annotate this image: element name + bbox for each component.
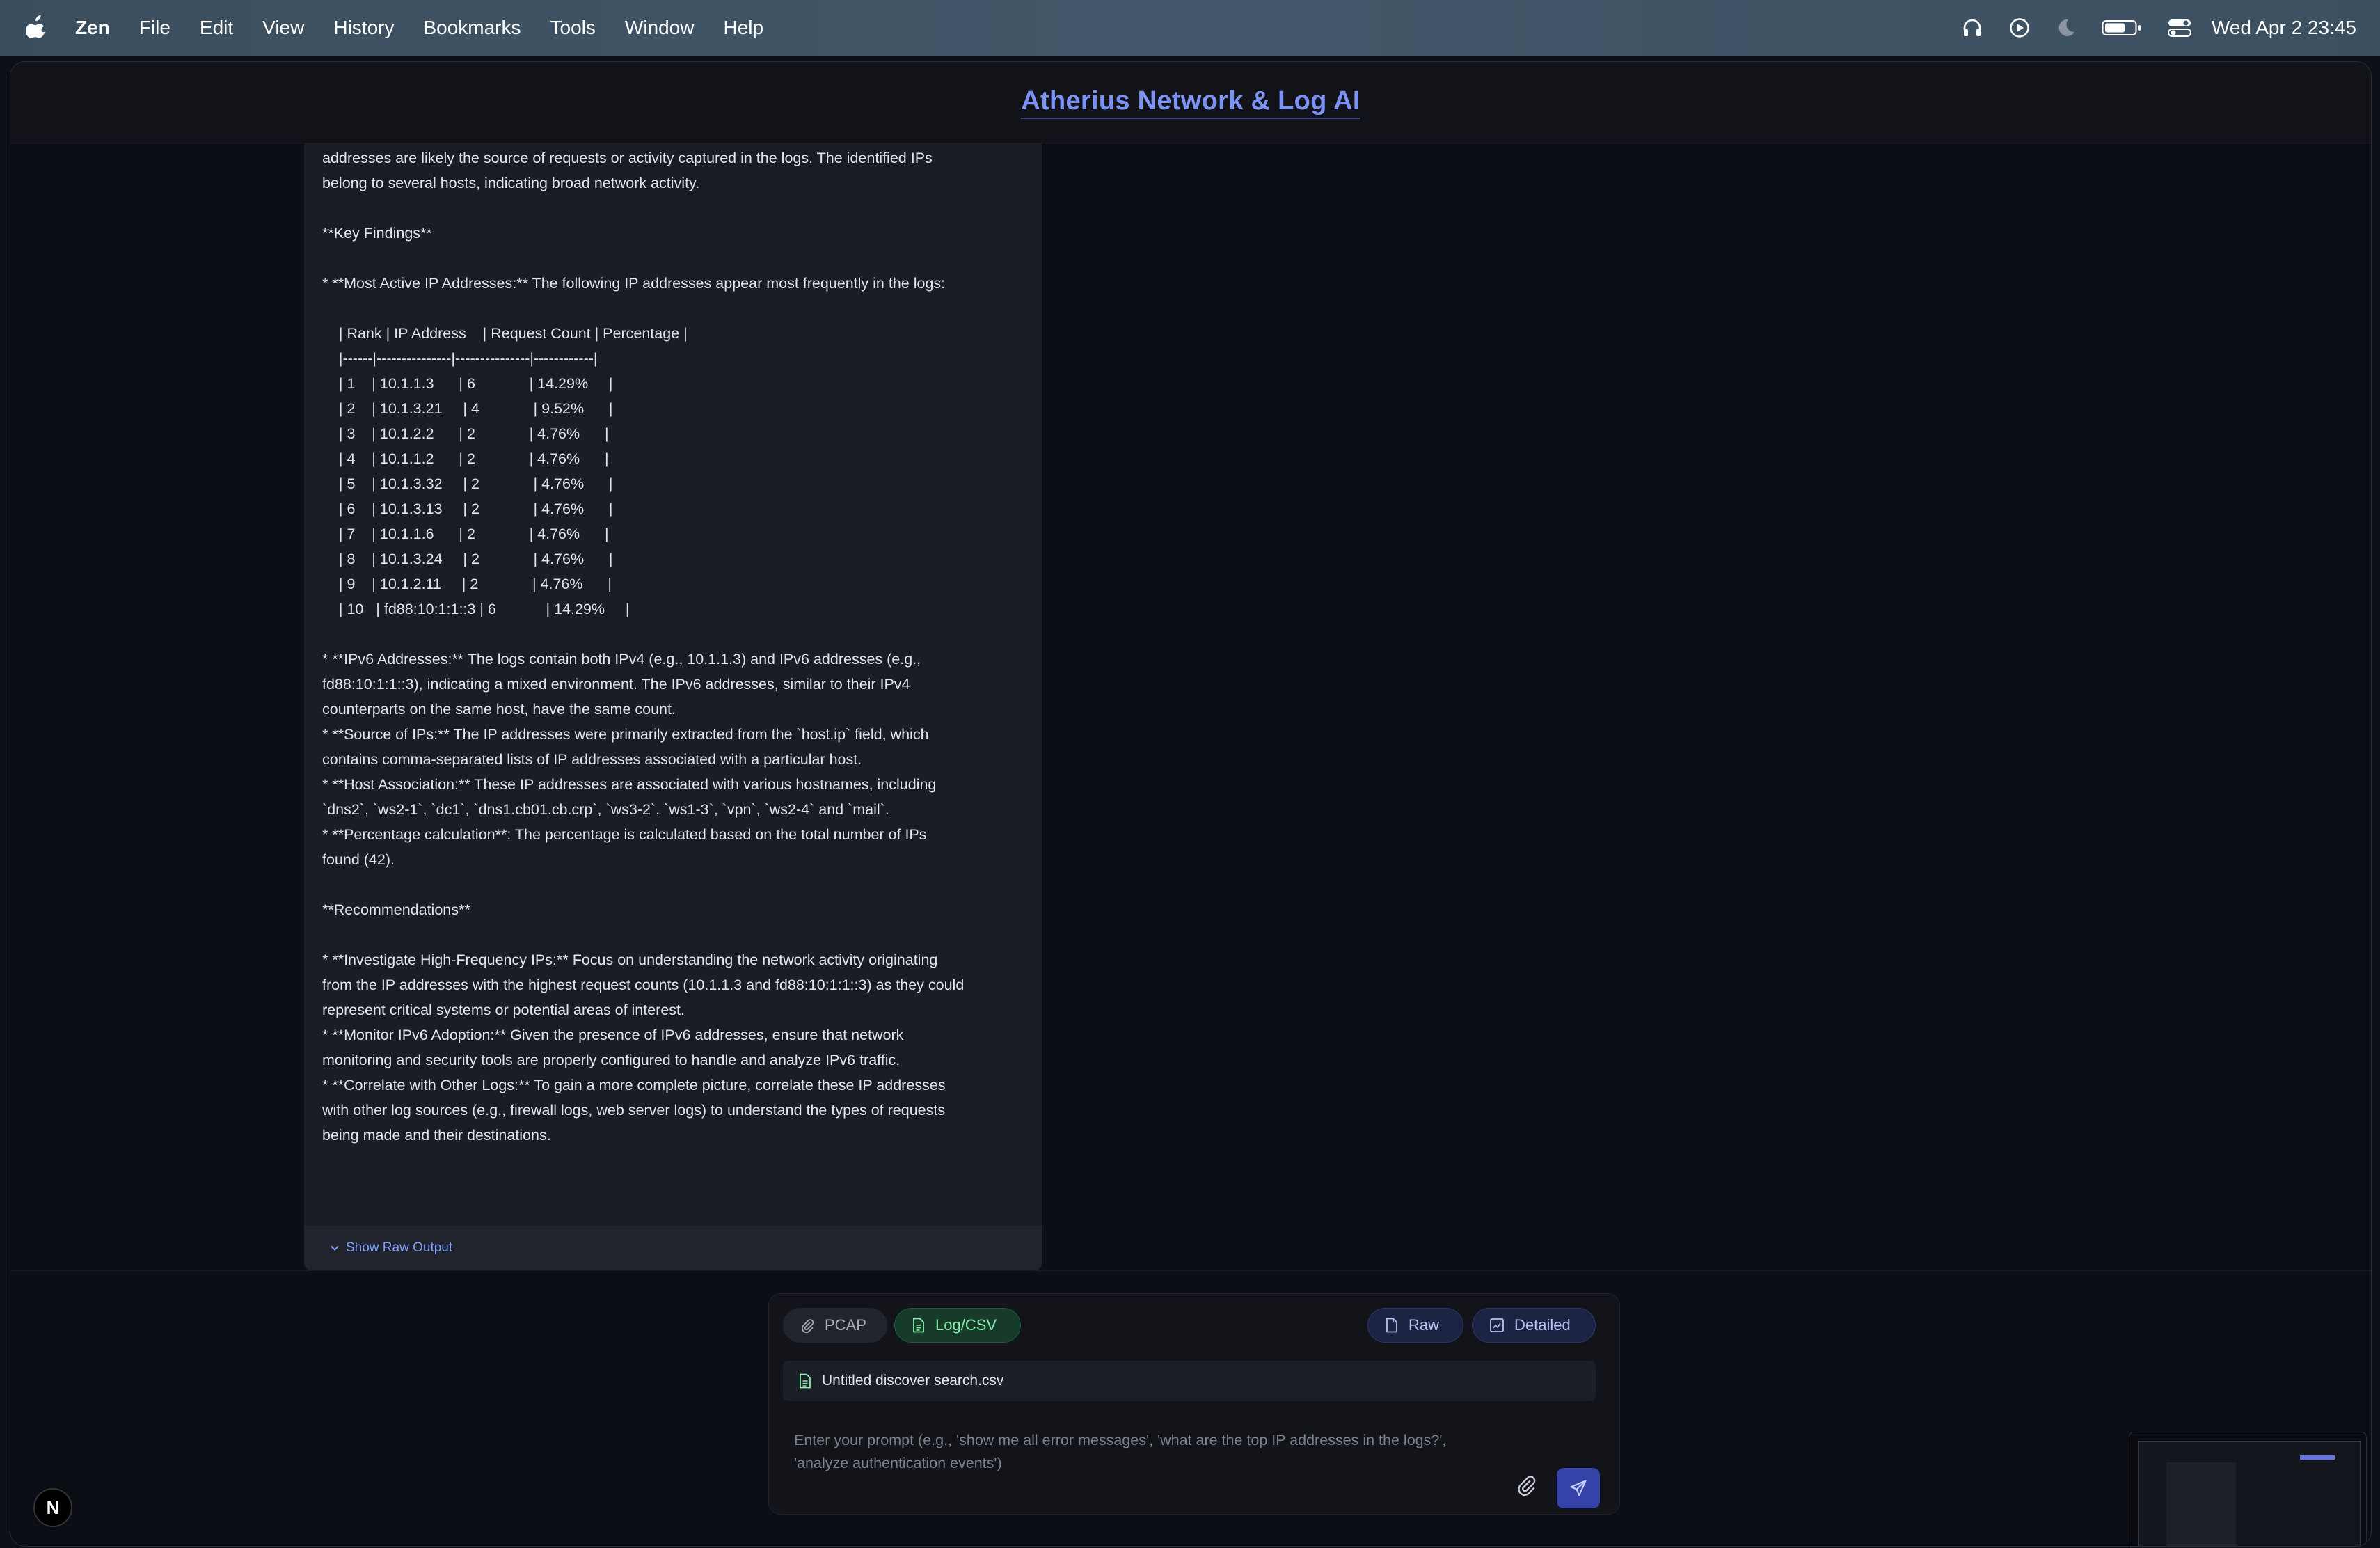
table-row: | 3 | 10.1.2.2 | 2 | 4.76% | [322,425,609,442]
pcap-mode-button[interactable]: PCAP [783,1308,887,1343]
ip-table: | Rank | IP Address | Request Count | Pe… [322,321,1032,622]
attached-file-name: Untitled discover search.csv [822,1373,1004,1389]
table-row: | 8 | 10.1.3.24 | 2 | 4.76% | [322,551,613,567]
send-icon [1570,1480,1587,1496]
show-raw-output-toggle[interactable]: Show Raw Output [329,1240,452,1256]
status-area: Wed Apr 2 23:45 [1936,0,2356,56]
message-line: with other log sources (e.g., firewall l… [322,1102,946,1119]
next-dev-badge[interactable]: N [33,1488,72,1527]
section-heading: **Recommendations** [322,901,470,918]
table-row: | 5 | 10.1.3.32 | 2 | 4.76% | [322,475,613,492]
bullet-line: * **Most Active IP Addresses:** The foll… [322,275,946,292]
bullet-line: * **Host Association:** These IP address… [322,776,937,793]
message-line: from the IP addresses with the highest r… [322,977,965,993]
pcap-label: PCAP [825,1316,866,1334]
bullet-line: * **Correlate with Other Logs:** To gain… [322,1077,946,1093]
message-line: `dns2`, `ws2-1`, `dc1`, `dns1.cb01.cb.cr… [322,801,889,818]
menu-list: Zen File Edit View History Bookmarks Too… [75,17,793,39]
play-circle-icon[interactable] [2008,17,2031,39]
apple-logo-icon[interactable] [25,14,50,42]
message-line: contains comma-separated lists of IP add… [322,751,862,768]
prompt-input[interactable]: Enter your prompt (e.g., 'show me all er… [794,1429,1483,1475]
menu-edit[interactable]: Edit [200,17,233,39]
page-preview-thumbnail[interactable] [2129,1432,2367,1546]
thumbnail-card [2166,1462,2236,1546]
menu-help[interactable]: Help [723,17,763,39]
detailed-mode-button[interactable]: Detailed [1472,1308,1596,1343]
control-center-icon[interactable] [2167,17,2192,38]
table-separator-row: |------|---------------|---------------|… [322,350,598,367]
prompt-composer: PCAP Log/CSV Raw Detailed Untitled disco… [768,1293,1620,1515]
table-header-row: | Rank | IP Address | Request Count | Pe… [322,325,688,342]
assistant-message-body: addresses are likely the source of reque… [322,145,1032,1148]
table-row: | 7 | 10.1.1.6 | 2 | 4.76% | [322,526,609,542]
menu-app-name[interactable]: Zen [75,17,110,39]
menu-view[interactable]: View [262,17,304,39]
raw-label: Raw [1409,1316,1440,1334]
raw-mode-button[interactable]: Raw [1367,1308,1463,1343]
bullet-line: * **Investigate High-Frequency IPs:** Fo… [322,951,938,968]
message-line: fd88:10:1:1::3), indicating a mixed envi… [322,676,910,693]
show-raw-output-label: Show Raw Output [346,1240,453,1255]
menu-bookmarks[interactable]: Bookmarks [423,17,521,39]
app-header: Atherius Network & Log AI [10,62,2371,143]
menu-file[interactable]: File [139,17,170,39]
menu-history[interactable]: History [333,17,394,39]
bullet-line: * **Source of IPs:** The IP addresses we… [322,726,929,743]
log-csv-mode-button[interactable]: Log/CSV [894,1308,1021,1343]
message-line: monitoring and security tools are proper… [322,1052,901,1068]
message-line: represent critical systems or potential … [322,1002,685,1018]
thumbnail-frame [2138,1441,2361,1546]
app-title[interactable]: Atherius Network & Log AI [1021,86,1360,119]
file-icon [1386,1318,1397,1333]
chevron-down-icon [331,1245,339,1251]
section-heading: **Key Findings** [322,225,432,242]
message-footer: Show Raw Output [304,1226,1042,1270]
table-row: | 4 | 10.1.1.2 | 2 | 4.76% | [322,450,609,467]
table-row: | 1 | 10.1.1.3 | 6 | 14.29% | [322,375,613,392]
menu-tools[interactable]: Tools [550,17,596,39]
table-row: | 2 | 10.1.3.21 | 4 | 9.52% | [322,400,613,417]
paperclip-icon [1518,1476,1536,1496]
table-row: | 6 | 10.1.3.13 | 2 | 4.76% | [322,500,613,517]
table-row: | 10 | fd88:10:1:1::3 | 6 | 14.29% | [322,601,630,617]
document-chart-icon [1490,1318,1504,1332]
moon-icon[interactable] [2056,17,2077,38]
attached-file[interactable]: Untitled discover search.csv [783,1361,1596,1401]
file-text-icon [800,1373,811,1389]
macos-menu-bar: Zen File Edit View History Bookmarks Too… [0,0,2380,56]
attach-file-button[interactable] [1511,1469,1541,1500]
send-button[interactable] [1557,1468,1600,1508]
bullet-line: * **Monitor IPv6 Adoption:** Given the p… [322,1027,904,1043]
bullet-line: * **IPv6 Addresses:** The logs contain b… [322,651,921,668]
next-badge-label: N [46,1496,60,1518]
battery-icon[interactable] [2102,18,2142,38]
message-line: addresses are likely the source of reque… [322,150,933,166]
log-csv-label: Log/CSV [935,1316,997,1334]
headphones-icon[interactable] [1961,17,1983,39]
table-row: | 9 | 10.1.2.11 | 2 | 4.76% | [322,576,612,592]
paperclip-icon [801,1319,814,1333]
menu-window[interactable]: Window [625,17,695,39]
assistant-message-card: addresses are likely the source of reque… [304,143,1042,1270]
message-line: being made and their destinations. [322,1127,551,1144]
message-line: found (42). [322,851,395,868]
thumbnail-header [2300,1455,2335,1460]
bullet-line: * **Percentage calculation**: The percen… [322,826,927,843]
file-text-icon [913,1318,924,1333]
message-line: counterparts on the same host, have the … [322,701,676,718]
detailed-label: Detailed [1514,1316,1571,1334]
message-line: belong to several hosts, indicating broa… [322,175,700,191]
menu-clock[interactable]: Wed Apr 2 23:45 [2212,17,2356,39]
